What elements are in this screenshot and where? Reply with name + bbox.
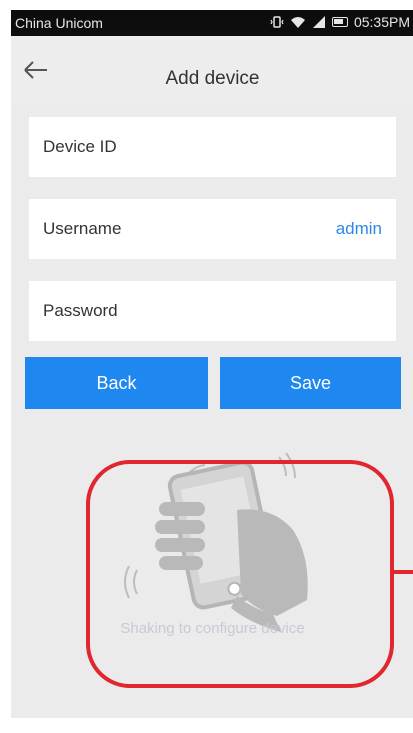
- highlight-annotation: [86, 460, 394, 688]
- back-button[interactable]: Back: [25, 357, 208, 409]
- wifi-icon: [290, 15, 306, 29]
- carrier-name: China Unicom: [15, 15, 103, 31]
- password-label: Password: [43, 301, 118, 320]
- signal-icon: [312, 15, 326, 29]
- device-id-label: Device ID: [43, 137, 117, 156]
- page-title: Add device: [165, 68, 260, 89]
- battery-icon: [331, 17, 348, 27]
- device-id-field[interactable]: Device ID: [29, 117, 396, 177]
- status-icons: 05:35PM: [270, 14, 410, 30]
- status-time: 05:35PM: [353, 14, 410, 30]
- password-field[interactable]: Password: [29, 281, 396, 341]
- navigation-bar: Add device: [11, 36, 413, 104]
- username-field[interactable]: Username admin: [29, 199, 396, 259]
- save-button[interactable]: Save: [220, 357, 401, 409]
- highlight-pointer-line: [394, 570, 413, 574]
- username-value: admin: [335, 219, 382, 238]
- vibrate-icon: [270, 15, 284, 29]
- username-label: Username: [43, 219, 122, 238]
- status-bar: China Unicom 05:35PM: [11, 10, 413, 36]
